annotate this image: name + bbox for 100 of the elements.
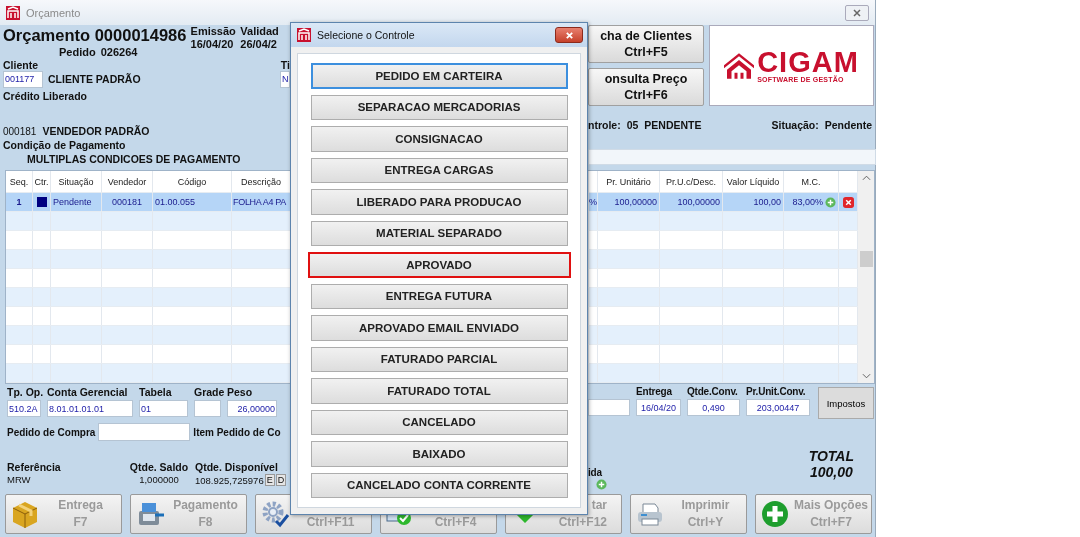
field-value: 26/04/2 [240,38,278,51]
add-icon[interactable] [825,196,836,208]
total-label: TOTAL [808,448,854,464]
payment-condition: MULTIPLAS CONDICOES DE PAGAMENTO [26,153,242,165]
input-field[interactable]: 26,00000 [227,400,277,417]
column-header[interactable]: Código [177,176,207,187]
field-label: ntrole: [588,119,621,133]
column-header[interactable]: Vendedor [107,176,147,187]
status-option-button[interactable]: CANCELADO [310,409,568,435]
seller-code: 000181 [3,125,37,137]
status-option-button[interactable]: ENTREGA CARGAS [310,157,568,183]
column-header[interactable]: Situação [58,176,94,187]
flag-button[interactable]: E [264,474,275,486]
window-title: Orçamento [26,6,82,19]
gear-icon [260,499,290,529]
column-header[interactable]: Ctr. [34,176,49,187]
field-label: Entrega [636,386,673,397]
field-value: 1,000000 [139,474,179,485]
table-cell: Pendente [53,197,92,207]
seller-name: VENDEDOR PADRÃO [42,125,150,138]
column-header[interactable]: Pr. Unitário [606,176,651,187]
field-label: Qtde. Disponível [195,461,279,473]
field-label: Tabela [139,386,173,398]
status-option-button[interactable]: PEDIDO EM CARTEIRA [310,63,568,89]
status-option-button[interactable]: CONSIGNACAO [310,126,568,152]
column-header[interactable]: Valor Líquido [726,176,780,187]
column-header[interactable]: M.C. [801,176,821,187]
field-label: Qtde.Conv. [687,386,739,397]
control-state: PENDENTE [644,119,702,133]
flag-button[interactable]: D [275,474,287,486]
table-cell: 100,00000 [614,197,657,207]
field-value: MRW [7,474,32,485]
field-value: 108.925,725976 [195,474,264,486]
field-label: Pedido de Compra [7,426,96,438]
field-label: Condição de Pagamento [3,139,127,153]
table-cell: 100,00000 [677,197,720,207]
column-header[interactable]: Seq. [9,176,29,187]
field-label: ida [588,467,602,478]
field-label: Tp. Op. [7,386,41,398]
status-option-button[interactable]: LIBERADO PARA PRODUCAO [310,189,568,215]
field-label: Emissão [190,25,237,38]
field-label: Qtde. Saldo [129,461,189,473]
field-label: Referência [7,461,62,473]
field-label: Ti [280,58,290,71]
status-option-button[interactable]: APROVADO EMAIL ENVIADO [310,315,568,341]
field-label: Pr.Unit.Conv. [746,386,807,397]
status-option-button[interactable]: FATURADO TOTAL [310,378,568,404]
scrollbar[interactable] [858,171,874,383]
scroll-up-icon[interactable] [861,175,871,181]
quote-title: Orçamento 0000014986 [3,26,188,45]
table-cell: 100,00 [753,197,781,207]
app-icon [297,28,311,42]
dialog-title: Selecione o Controle [317,29,416,41]
action-button[interactable]: cha de Clientes Ctrl+F5 [588,25,704,63]
field-value: 16/04/20 [190,38,235,51]
input-field[interactable]: 8.01.01.01.01 [47,400,133,417]
status-option-button[interactable]: SEPARACAO MERCADORIAS [310,94,568,120]
status-option-button[interactable]: CANCELADO CONTA CORRENTE [310,472,568,498]
total-value: 100,00 [809,464,853,480]
delete-icon[interactable] [842,196,854,208]
box-icon [10,499,40,529]
field-label: Validad [240,25,280,38]
close-icon [852,7,862,18]
close-button[interactable] [555,27,583,43]
credit-status: Crédito Liberado [3,89,88,104]
table-cell: 83,00% [792,197,823,207]
status-option-button[interactable]: FATURADO PARCIAL [310,346,568,372]
column-header[interactable]: Descrição [241,176,281,187]
input-field[interactable]: 001177 [3,70,43,88]
taxes-button[interactable]: Impostos [818,387,874,419]
input-field[interactable] [194,400,221,417]
input-field[interactable]: 0,490 [687,399,740,416]
table-cell: FOLHA A4 PA [233,197,287,207]
input-field[interactable] [588,399,630,416]
status-option-button[interactable]: BAIXADO [310,441,568,467]
plus-icon [760,499,790,529]
field-label: Situação: [771,119,819,133]
column-header[interactable]: Pr.U.c/Desc. [666,176,716,187]
status-option-button[interactable]: MATERIAL SEPARADO [310,220,568,246]
close-icon [564,30,574,40]
input-field[interactable] [98,423,191,441]
scroll-thumb[interactable] [859,251,873,267]
status-option-button[interactable]: ENTREGA FUTURA [310,283,568,309]
add-icon[interactable] [596,479,607,490]
field-value: 026264 [100,46,138,59]
logo-icon [724,52,755,79]
action-button[interactable]: onsulta Preço Ctrl+F6 [588,68,704,106]
status-option-button[interactable]: APROVADO [307,252,571,278]
scroll-down-icon[interactable] [861,373,871,379]
situation-value: Pendente [824,119,872,133]
field-label: Pedido [59,46,96,59]
field-label: Item Pedido de Co [193,426,281,438]
close-button[interactable] [845,4,869,21]
input-field[interactable]: 16/04/20 [636,399,681,416]
input-field[interactable]: 01 [139,400,188,417]
input-field[interactable]: N [280,70,290,88]
field-label: Cliente [3,58,38,71]
input-field[interactable]: 203,00447 [746,399,810,416]
input-field[interactable]: 510.2A [7,400,41,417]
app-icon [6,5,20,20]
